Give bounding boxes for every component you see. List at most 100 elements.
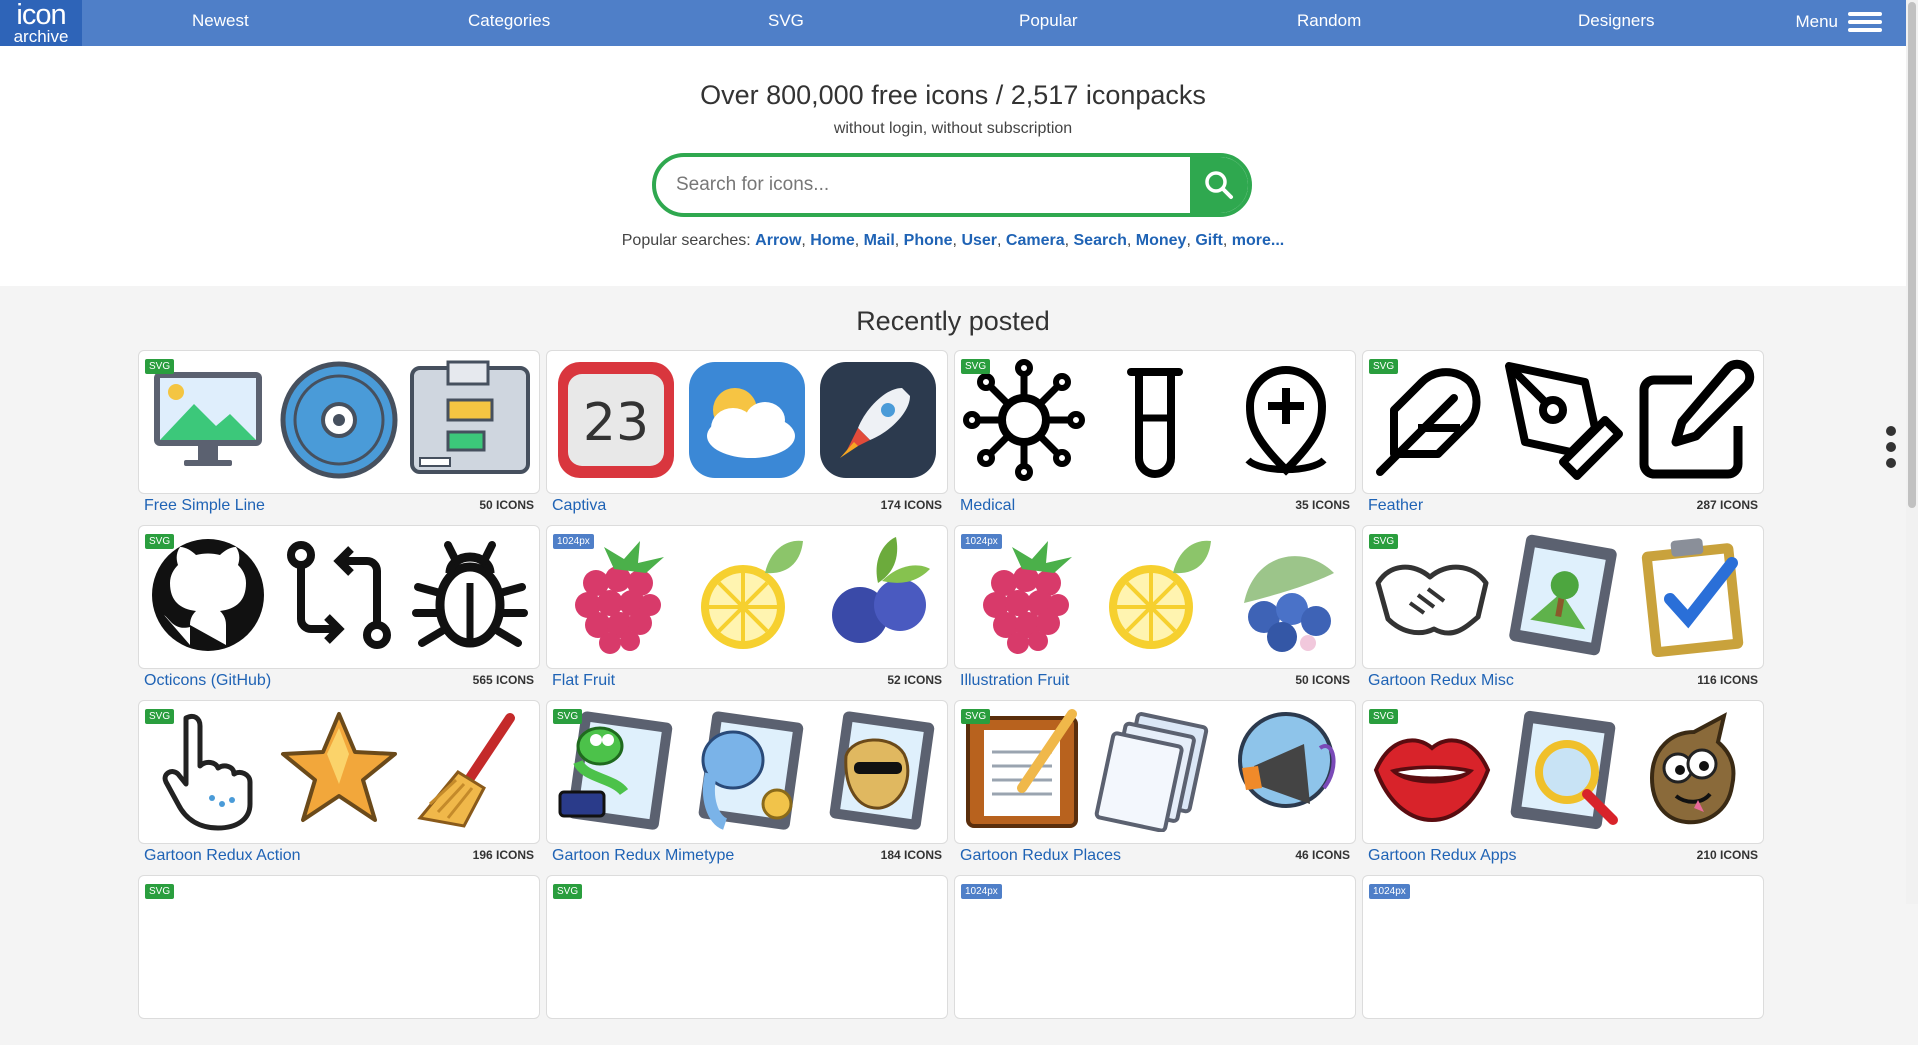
flowchart-icon[interactable]	[408, 358, 532, 487]
iconpack-name[interactable]: Gartoon Redux Action	[144, 847, 301, 865]
popular-term-home[interactable]: Home	[810, 232, 854, 249]
lips-icon[interactable]	[1370, 708, 1494, 837]
iconpack-preview[interactable]: 1024px	[954, 525, 1356, 669]
iconpack-preview[interactable]: 1024px	[954, 875, 1356, 1019]
scrollbar-thumb[interactable]	[1908, 2, 1916, 508]
iconpack-card[interactable]: SVG	[138, 875, 540, 1045]
menu-button[interactable]: Menu	[1795, 0, 1882, 44]
popular-term-arrow[interactable]: Arrow	[755, 232, 801, 249]
iconpack-preview[interactable]: SVG	[954, 350, 1356, 494]
iconpack-name[interactable]: Captiva	[552, 497, 606, 515]
edit-icon[interactable]	[1632, 358, 1756, 487]
popular-term-camera[interactable]: Camera	[1006, 232, 1065, 249]
iconpack-preview[interactable]: SVG	[1362, 525, 1764, 669]
nav-random[interactable]: Random	[1297, 0, 1361, 44]
popular-term-user[interactable]: User	[961, 232, 997, 249]
iconpack-card[interactable]: 1024px	[954, 875, 1356, 1045]
clipboard-check-icon[interactable]	[1632, 533, 1756, 662]
iconpack-card[interactable]: SVG Gartoon Redux Action 196 ICONS	[138, 700, 540, 870]
iconpack-card[interactable]: 1024px Illustration Fruit 50 ICONS	[954, 525, 1356, 695]
weather-icon[interactable]	[685, 358, 809, 487]
iconpack-card[interactable]: 1024px Flat Fruit 52 ICONS	[546, 525, 948, 695]
iconpack-card[interactable]: SVG Gartoon Redux Places 46 ICONS	[954, 700, 1356, 870]
iconpack-preview[interactable]: SVG	[1362, 350, 1764, 494]
lemon-icon[interactable]	[685, 533, 809, 662]
lemon-icon[interactable]	[1093, 533, 1217, 662]
python-file-icon[interactable]	[554, 708, 678, 837]
iconpack-name[interactable]: Gartoon Redux Places	[960, 847, 1121, 865]
popular-term-gift[interactable]: Gift	[1195, 232, 1223, 249]
iconpack-preview[interactable]: SVG	[954, 700, 1356, 844]
handshake-icon[interactable]	[1370, 533, 1494, 662]
pointer-hand-icon[interactable]	[146, 708, 270, 837]
popular-term-phone[interactable]: Phone	[904, 232, 953, 249]
popular-term-money[interactable]: Money	[1136, 232, 1187, 249]
iconpack-preview[interactable]: SVG	[138, 350, 540, 494]
iconpack-name[interactable]: Medical	[960, 497, 1015, 515]
gimp-icon[interactable]	[1632, 708, 1756, 837]
location-plus-icon[interactable]	[1224, 358, 1348, 487]
more-options-icon[interactable]	[1886, 426, 1896, 474]
nav-newest[interactable]: Newest	[192, 0, 249, 44]
iconpack-card[interactable]: SVG Free Simple Line 50 ICONS	[138, 350, 540, 520]
calendar-icon[interactable]: 23	[554, 358, 678, 487]
test-tube-icon[interactable]	[1093, 358, 1217, 487]
iconpack-name[interactable]: Gartoon Redux Mimetype	[552, 847, 734, 865]
iconpack-preview[interactable]: SVG	[138, 525, 540, 669]
blueberry-icon[interactable]	[816, 533, 940, 662]
monitor-landscape-icon[interactable]	[146, 358, 270, 487]
disc-icon[interactable]	[277, 358, 401, 487]
iconpack-name[interactable]: Flat Fruit	[552, 672, 615, 690]
iconpack-preview[interactable]: 23	[546, 350, 948, 494]
iconpack-preview[interactable]: 1024px	[1362, 875, 1764, 1019]
broom-icon[interactable]	[408, 708, 532, 837]
iconpack-name[interactable]: Gartoon Redux Misc	[1368, 672, 1514, 690]
iconpack-preview[interactable]: SVG	[546, 875, 948, 1019]
nav-svg[interactable]: SVG	[768, 0, 804, 44]
virus-icon[interactable]	[962, 358, 1086, 487]
megaphone-icon[interactable]	[1224, 708, 1348, 837]
iconpack-card[interactable]: SVG	[546, 875, 948, 1045]
iconpack-preview[interactable]: 1024px	[546, 525, 948, 669]
iconpack-name[interactable]: Octicons (GitHub)	[144, 672, 271, 690]
iconpack-card[interactable]: 1024px	[1362, 875, 1764, 1045]
scrollbar[interactable]	[1906, 0, 1918, 904]
search-input[interactable]	[676, 157, 1176, 213]
iconpack-card[interactable]: SVG Gartoon Redux Mimetype 184 ICONS	[546, 700, 948, 870]
star-icon[interactable]	[277, 708, 401, 837]
nav-categories[interactable]: Categories	[468, 0, 550, 44]
iconpack-preview[interactable]: SVG	[138, 700, 540, 844]
documents-icon[interactable]	[1093, 708, 1217, 837]
rocket-icon[interactable]	[816, 358, 940, 487]
raspberry-icon[interactable]	[554, 533, 678, 662]
iconpack-card[interactable]: SVG Feather 287 ICONS	[1362, 350, 1764, 520]
image-icon[interactable]	[1501, 533, 1625, 662]
iconpack-name[interactable]: Illustration Fruit	[960, 672, 1069, 690]
iconpack-preview[interactable]: SVG	[1362, 700, 1764, 844]
site-logo[interactable]: icon archive	[0, 0, 82, 50]
iconpack-card[interactable]: 23 Captiva 174 ICONS	[546, 350, 948, 520]
iconpack-card[interactable]: SVG Octicons (GitHub) 565 ICONS	[138, 525, 540, 695]
popular-term-mail[interactable]: Mail	[864, 232, 895, 249]
iconpack-card[interactable]: SVG Gartoon Redux Misc 116 ICONS	[1362, 525, 1764, 695]
nav-designers[interactable]: Designers	[1578, 0, 1655, 44]
notepad-icon[interactable]	[962, 708, 1086, 837]
iconpack-name[interactable]: Free Simple Line	[144, 497, 265, 515]
feather-icon[interactable]	[1370, 358, 1494, 487]
image-viewer-icon[interactable]	[1501, 708, 1625, 837]
iconpack-card[interactable]: SVG Gartoon Redux Apps 210 ICONS	[1362, 700, 1764, 870]
popular-term-search[interactable]: Search	[1074, 232, 1127, 249]
search-button[interactable]	[1190, 157, 1248, 213]
iconpack-preview[interactable]: SVG	[138, 875, 540, 1019]
iconpack-name[interactable]: Gartoon Redux Apps	[1368, 847, 1517, 865]
git-compare-icon[interactable]	[277, 533, 401, 662]
popular-term-more[interactable]: more...	[1232, 232, 1284, 249]
iconpack-preview[interactable]: SVG	[546, 700, 948, 844]
perl-file-icon[interactable]	[816, 708, 940, 837]
nav-popular[interactable]: Popular	[1019, 0, 1078, 44]
php-file-icon[interactable]	[685, 708, 809, 837]
iconpack-name[interactable]: Feather	[1368, 497, 1423, 515]
github-icon[interactable]	[146, 533, 270, 662]
raspberry-icon[interactable]	[962, 533, 1086, 662]
iconpack-card[interactable]: SVG Medical 35 ICONS	[954, 350, 1356, 520]
